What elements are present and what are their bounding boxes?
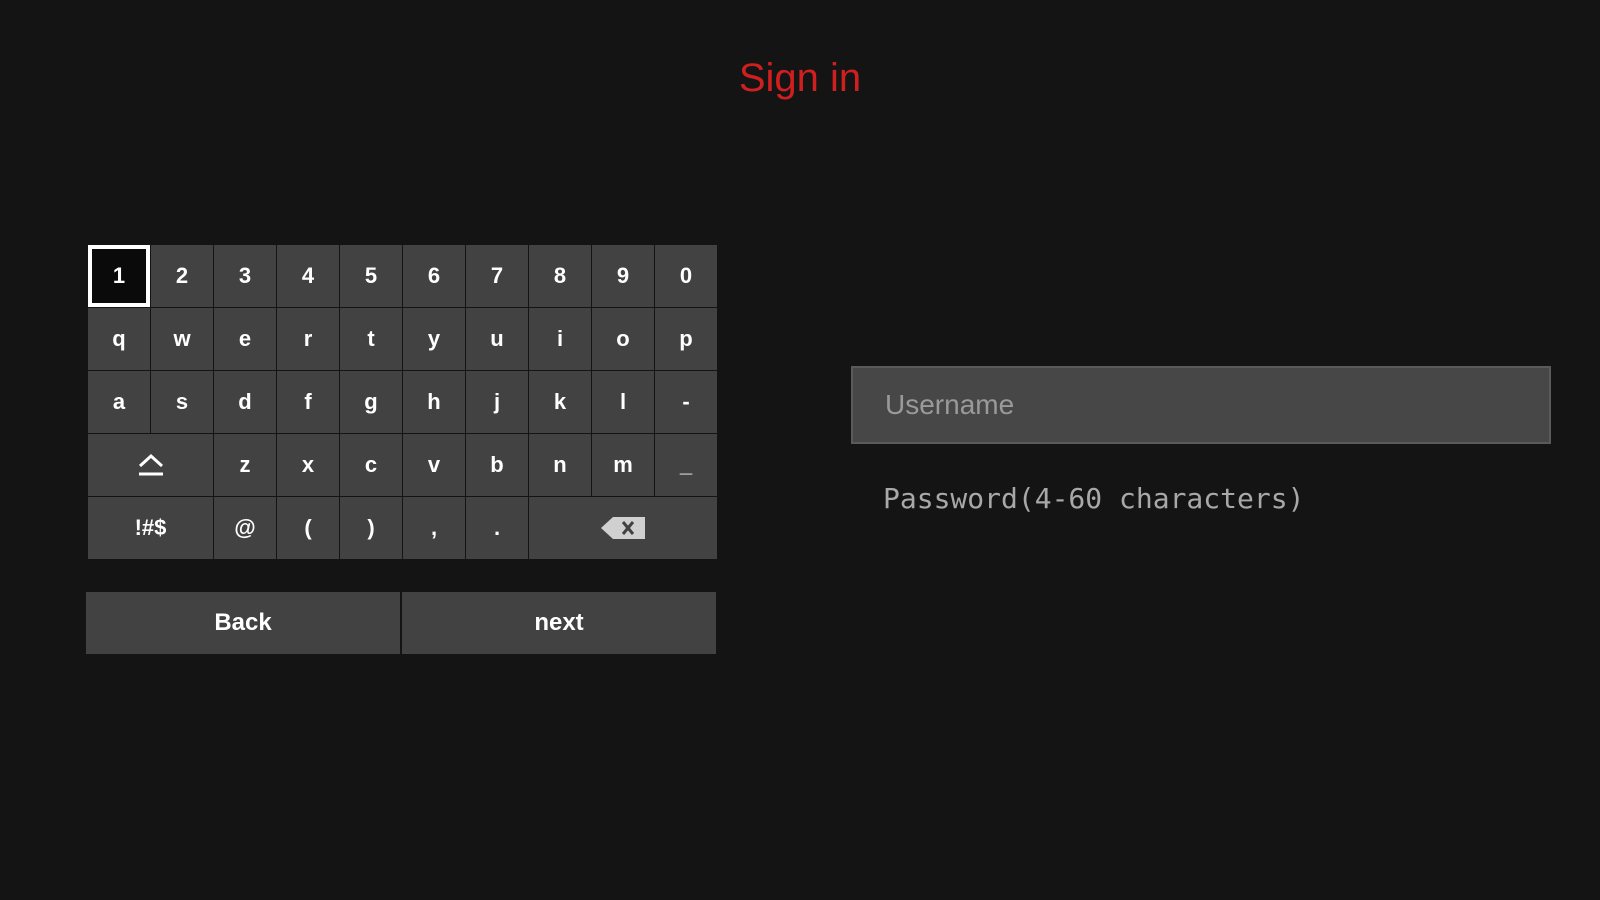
password-placeholder: Password(4-60 characters) bbox=[883, 481, 1305, 515]
key-4[interactable]: 4 bbox=[277, 245, 339, 307]
key-b[interactable]: b bbox=[466, 434, 528, 496]
key-6[interactable]: 6 bbox=[403, 245, 465, 307]
key-7[interactable]: 7 bbox=[466, 245, 528, 307]
key-j[interactable]: j bbox=[466, 371, 528, 433]
key-1[interactable]: 1 bbox=[88, 245, 150, 307]
username-placeholder: Username bbox=[885, 389, 1015, 420]
key-i[interactable]: i bbox=[529, 308, 591, 370]
shift-icon bbox=[136, 452, 166, 478]
key-z[interactable]: z bbox=[214, 434, 276, 496]
key-d[interactable]: d bbox=[214, 371, 276, 433]
on-screen-keyboard: 1 2 3 4 5 6 7 8 9 0 q w e r t y u i o p … bbox=[88, 245, 717, 559]
backspace-key[interactable] bbox=[529, 497, 717, 559]
key-y[interactable]: y bbox=[403, 308, 465, 370]
key-t[interactable]: t bbox=[340, 308, 402, 370]
key-close-paren[interactable]: ) bbox=[340, 497, 402, 559]
back-button[interactable]: Back bbox=[86, 592, 400, 654]
key-c[interactable]: c bbox=[340, 434, 402, 496]
key-5[interactable]: 5 bbox=[340, 245, 402, 307]
password-input[interactable]: Password(4-60 characters) bbox=[883, 478, 1503, 518]
key-u[interactable]: u bbox=[466, 308, 528, 370]
key-n[interactable]: n bbox=[529, 434, 591, 496]
key-w[interactable]: w bbox=[151, 308, 213, 370]
key-e[interactable]: e bbox=[214, 308, 276, 370]
key-0[interactable]: 0 bbox=[655, 245, 717, 307]
key-period[interactable]: . bbox=[466, 497, 528, 559]
username-input[interactable]: Username bbox=[851, 366, 1551, 444]
key-2[interactable]: 2 bbox=[151, 245, 213, 307]
key-s[interactable]: s bbox=[151, 371, 213, 433]
shift-key[interactable] bbox=[88, 434, 213, 496]
key-a[interactable]: a bbox=[88, 371, 150, 433]
key-q[interactable]: q bbox=[88, 308, 150, 370]
key-p[interactable]: p bbox=[655, 308, 717, 370]
key-at[interactable]: @ bbox=[214, 497, 276, 559]
key-3[interactable]: 3 bbox=[214, 245, 276, 307]
key-f[interactable]: f bbox=[277, 371, 339, 433]
key-g[interactable]: g bbox=[340, 371, 402, 433]
key-underscore[interactable]: _ bbox=[655, 434, 717, 496]
backspace-icon bbox=[599, 515, 647, 541]
key-comma[interactable]: , bbox=[403, 497, 465, 559]
key-r[interactable]: r bbox=[277, 308, 339, 370]
symbols-key[interactable]: !#$ bbox=[88, 497, 213, 559]
key-m[interactable]: m bbox=[592, 434, 654, 496]
key-8[interactable]: 8 bbox=[529, 245, 591, 307]
key-x[interactable]: x bbox=[277, 434, 339, 496]
key-o[interactable]: o bbox=[592, 308, 654, 370]
next-button[interactable]: next bbox=[402, 592, 716, 654]
key-v[interactable]: v bbox=[403, 434, 465, 496]
page-title: Sign in bbox=[738, 56, 862, 100]
key-k[interactable]: k bbox=[529, 371, 591, 433]
keyboard-actions: Back next bbox=[86, 592, 716, 654]
key-hyphen[interactable]: - bbox=[655, 371, 717, 433]
key-l[interactable]: l bbox=[592, 371, 654, 433]
key-open-paren[interactable]: ( bbox=[277, 497, 339, 559]
key-9[interactable]: 9 bbox=[592, 245, 654, 307]
sign-in-screen: Sign in 1 2 3 4 5 6 7 8 9 0 q w e r t y … bbox=[0, 0, 1600, 900]
key-h[interactable]: h bbox=[403, 371, 465, 433]
